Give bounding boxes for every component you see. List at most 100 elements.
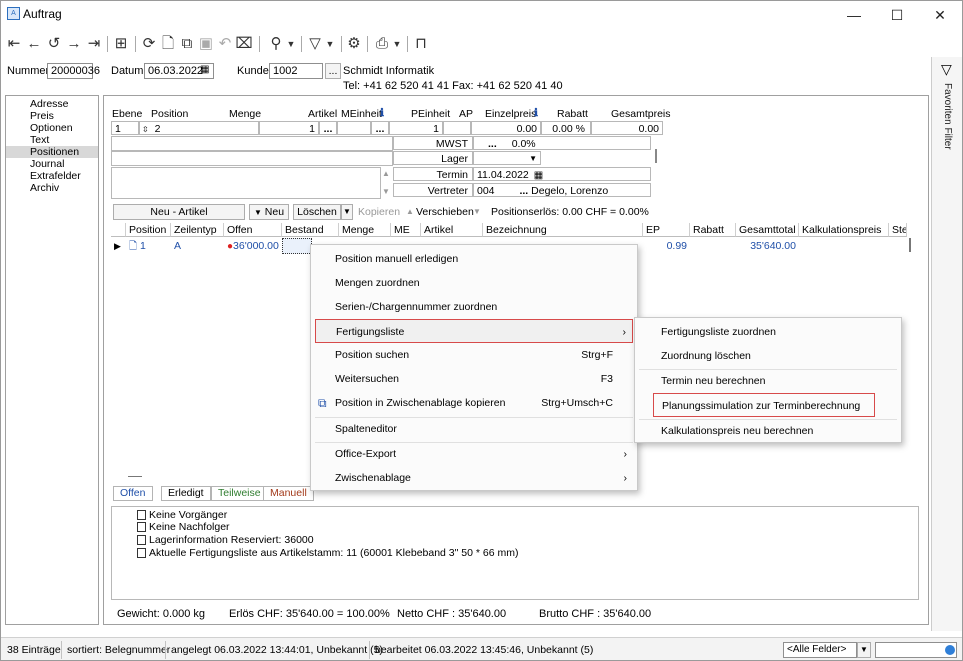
save-icon[interactable]: ▣ (197, 34, 215, 54)
first-record-icon[interactable]: ⇤ (5, 34, 23, 54)
menu-item-position-manuell-erledigen[interactable]: Position manuell erledigen (315, 247, 633, 271)
calendar-icon[interactable]: ▦ (532, 170, 543, 181)
grid-header-rabatt[interactable]: Rabatt (690, 223, 736, 237)
grid-header-gesamttotal[interactable]: Gesamttotal (736, 223, 799, 237)
rabatt-field[interactable]: 0.00 % (541, 121, 591, 135)
refresh-icon[interactable]: ⟳ (140, 34, 158, 54)
mwst-lookup-button[interactable]: ... (474, 138, 497, 150)
bezeichnung-line-2[interactable] (111, 151, 393, 166)
scroll-up-icon[interactable]: ▲ (382, 167, 390, 181)
grid-header-artikel[interactable]: Artikel (421, 223, 483, 237)
info-icon[interactable]: ℹ (380, 106, 384, 120)
menu-item-office-export[interactable]: Office-Export › (315, 442, 633, 466)
einzelpreis-field[interactable]: 0.00 (471, 121, 541, 135)
vertical-scrollbar[interactable] (909, 238, 911, 252)
position-field[interactable]: ⇳ 2 (139, 121, 259, 135)
grid-header-menge[interactable]: Menge (339, 223, 391, 237)
nav-item-adresse[interactable]: Adresse (6, 98, 98, 110)
vertreter-field[interactable]: 004 ... Degelo, Lorenzo (473, 183, 651, 197)
delete-button[interactable]: Löschen (293, 204, 341, 220)
grid-header-steuer[interactable]: Ste (889, 223, 907, 237)
submenu-item-kalkulationspreis-neu-berechnen[interactable]: Kalkulationspreis neu berechnen (639, 419, 897, 443)
search-go-icon[interactable] (945, 645, 955, 655)
chevron-down-icon[interactable]: ▼ (391, 34, 403, 54)
delete-document-icon[interactable]: ⌧ (235, 34, 253, 54)
row-zeilentyp[interactable]: A (171, 238, 224, 254)
submenu-item-fertigungsliste-zuordnen[interactable]: Fertigungsliste zuordnen (639, 320, 897, 344)
vertreter-lookup-button[interactable]: ... (497, 185, 528, 197)
new-document-icon[interactable]: 🗋 (159, 34, 177, 54)
nummer-field[interactable]: 20000036 (47, 63, 100, 79)
pin-icon[interactable]: ⚲ (267, 34, 285, 54)
tab-teilweise[interactable]: Teilweise (211, 486, 268, 501)
nav-item-optionen[interactable]: Optionen (6, 122, 98, 134)
grid-header-kalkulationspreis[interactable]: Kalkulationspreis (799, 223, 889, 237)
print-icon[interactable]: ⎙ (373, 34, 391, 54)
table-row[interactable]: 🗋 1 (126, 238, 171, 254)
calendar-icon[interactable]: ▦ (200, 64, 209, 75)
history-icon[interactable]: ↺ (45, 34, 63, 54)
submenu-item-zuordnung-loeschen[interactable]: Zuordnung löschen (639, 344, 897, 368)
horizontal-scrollbar[interactable] (128, 476, 142, 477)
undo-icon[interactable]: ↶ (216, 34, 234, 54)
nav-item-text[interactable]: Text (6, 134, 98, 146)
forward-icon[interactable]: → (65, 34, 83, 54)
chevron-down-icon[interactable]: ▼ (529, 152, 537, 166)
menu-item-fertigungsliste[interactable]: Fertigungsliste › (315, 319, 633, 343)
row-ep[interactable]: 0.99 (643, 238, 690, 254)
back-icon[interactable]: ← (25, 34, 43, 54)
info-icon[interactable]: ℹ (534, 106, 538, 120)
funnel-icon[interactable]: ▽ (941, 61, 952, 78)
menu-item-spalteneditor[interactable]: Spalteneditor (315, 417, 633, 441)
gesamtpreis-field[interactable]: 0.00 (591, 121, 663, 135)
meinheit-lookup-button[interactable]: ... (371, 121, 389, 135)
grid-header-zeilentyp[interactable]: Zeilentyp (171, 223, 224, 237)
chevron-down-icon[interactable]: ▼ (341, 204, 353, 220)
tab-manuell[interactable]: Manuell (263, 486, 314, 501)
grid-header-offen[interactable]: Offen (224, 223, 282, 237)
menu-item-zwischenablage[interactable]: Zwischenablage › (315, 466, 633, 490)
last-record-icon[interactable]: ⇥ (85, 34, 103, 54)
spinner-icon[interactable]: ⇳ (140, 125, 149, 134)
menge-field[interactable]: 1 (259, 121, 319, 135)
ebene-field[interactable]: 1 (111, 121, 139, 135)
table-view-icon[interactable]: ⊞ (112, 34, 130, 54)
move-button[interactable]: Verschieben (416, 205, 474, 219)
copy-document-icon[interactable]: ⧉ (178, 34, 196, 54)
nav-item-extrafelder[interactable]: Extrafelder (6, 170, 98, 182)
row-gesamttotal[interactable]: 35'640.00 (736, 238, 799, 254)
ap-field[interactable] (443, 121, 471, 135)
menu-item-zwischenablage-kopieren[interactable]: ⧉ Position in Zwischenablage kopieren Strg… (315, 391, 633, 415)
chevron-down-icon[interactable]: ▼ (324, 34, 336, 54)
settings-icon[interactable]: ⚙ (345, 34, 363, 54)
nav-item-positionen[interactable]: Positionen (6, 146, 98, 158)
row-offen[interactable]: ●36'000.00 (224, 238, 282, 254)
tab-erledigt[interactable]: Erledigt (161, 486, 211, 501)
menu-item-mengen-zuordnen[interactable]: Mengen zuordnen (315, 271, 633, 295)
mwst-field[interactable]: ... 0.0% (473, 136, 651, 150)
chevron-down-icon[interactable]: ▼ (285, 34, 297, 54)
bezeichnung-line-1[interactable] (111, 136, 393, 151)
splitter-handle[interactable] (655, 149, 657, 163)
filter-icon[interactable]: ▽ (306, 34, 324, 54)
menu-item-serien-chargennummer[interactable]: Serien-/Chargennummer zuordnen (315, 295, 633, 319)
menu-item-position-suchen[interactable]: Position suchen Strg+F (315, 343, 633, 367)
artikel-lookup-button[interactable]: ... (319, 121, 337, 135)
nav-item-journal[interactable]: Journal (6, 158, 98, 170)
grid-header-me[interactable]: ME (391, 223, 421, 237)
menu-item-weitersuchen[interactable]: Weitersuchen F3 (315, 367, 633, 391)
maximize-button[interactable]: ☐ (882, 5, 912, 25)
row-bestand[interactable] (282, 238, 312, 254)
nav-item-preis[interactable]: Preis (6, 110, 98, 122)
meinheit-field[interactable] (337, 121, 371, 135)
submenu-item-planungssimulation[interactable]: Planungssimulation zur Terminberechnung (653, 393, 875, 417)
scroll-down-icon[interactable]: ▼ (382, 185, 390, 199)
favorites-filter-panel[interactable]: ▽ Favoriten Filter (931, 57, 962, 631)
tab-offen[interactable]: Offen (113, 486, 153, 501)
close-button[interactable]: ✕ (925, 5, 955, 25)
new-button[interactable]: ▼ Neu (249, 204, 289, 220)
kunde-lookup-button[interactable]: ... (325, 63, 341, 79)
peinheit-field[interactable]: 1 (389, 121, 443, 135)
panel-icon[interactable]: ⊓ (412, 34, 430, 54)
grid-header-bezeichnung[interactable]: Bezeichnung (483, 223, 643, 237)
